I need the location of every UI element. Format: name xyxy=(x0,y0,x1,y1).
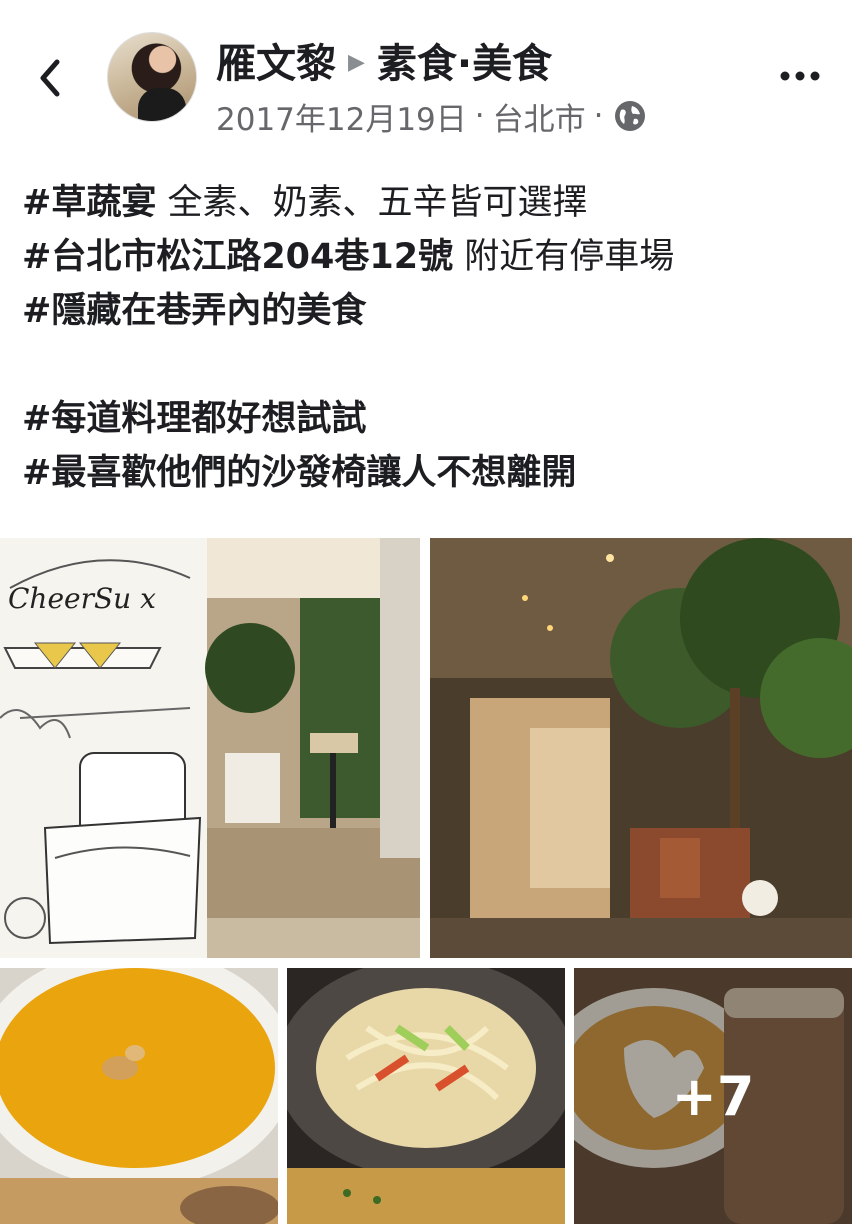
hashtag[interactable]: #隱藏在巷弄內的美食 xyxy=(22,291,366,331)
hashtag[interactable]: #草蔬宴 xyxy=(22,183,156,223)
sign-text: CheerSu x xyxy=(8,582,156,615)
chevron-left-icon xyxy=(40,59,60,97)
more-horizontal-icon xyxy=(780,71,820,81)
photo-more-drinks[interactable]: +7 xyxy=(574,968,852,1224)
avatar[interactable] xyxy=(107,32,197,122)
more-photos-overlay[interactable]: +7 xyxy=(574,968,852,1224)
photo-pumpkin-soup[interactable] xyxy=(0,968,278,1224)
more-photos-count: +7 xyxy=(671,1064,755,1128)
back-button[interactable] xyxy=(30,50,70,106)
photo-restaurant-interior[interactable] xyxy=(430,538,852,958)
post-line: #草蔬宴 全素、奶素、五辛皆可選擇 xyxy=(22,176,832,230)
photo-restaurant-entrance[interactable]: CheerSu x xyxy=(0,538,420,958)
post-line: #每道料理都好想試試 xyxy=(22,392,832,446)
hashtag[interactable]: #每道料理都好想試試 xyxy=(22,399,366,439)
photo-grid: CheerSu x +7 xyxy=(0,538,852,1224)
author-name[interactable]: 雁文黎 xyxy=(216,31,336,89)
post-meta: 2017年12月19日 · 台北市 · xyxy=(216,94,648,138)
photo-pasta[interactable] xyxy=(287,968,565,1224)
post-header-title: 雁文黎 ▶ 素食·美食 xyxy=(216,31,552,89)
group-name[interactable]: 素食·美食 xyxy=(377,31,552,89)
meta-separator: · xyxy=(593,98,604,134)
post-date[interactable]: 2017年12月19日 xyxy=(216,94,467,139)
post-line: #台北市松江路204巷12號 附近有停車場 xyxy=(22,230,832,284)
post-line: #隱藏在巷弄內的美食 xyxy=(22,284,832,338)
post-location[interactable]: 台北市 xyxy=(493,94,586,139)
more-options-button[interactable] xyxy=(776,54,824,98)
globe-icon xyxy=(614,101,645,131)
post-line-text: 全素、奶素、五辛皆可選擇 xyxy=(156,183,588,223)
caret-right-icon: ▶ xyxy=(348,49,365,75)
post-body: #草蔬宴 全素、奶素、五辛皆可選擇 #台北市松江路204巷12號 附近有停車場 … xyxy=(22,176,832,500)
meta-separator: · xyxy=(474,98,485,134)
hashtag[interactable]: #台北市松江路204巷12號 xyxy=(22,237,453,277)
post-line: #最喜歡他們的沙發椅讓人不想離開 xyxy=(22,446,832,500)
post-line-text: 附近有停車場 xyxy=(453,237,675,277)
hashtag[interactable]: #最喜歡他們的沙發椅讓人不想離開 xyxy=(22,453,576,493)
